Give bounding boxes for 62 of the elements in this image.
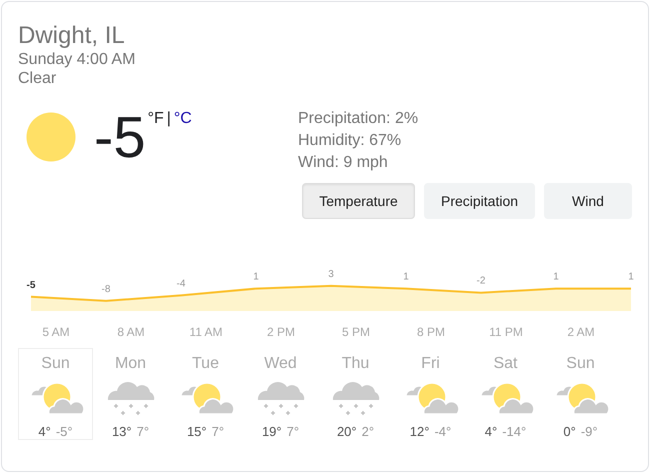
unit-toggle[interactable]: °F	[148, 110, 164, 128]
forecast-day[interactable]: Sun 4° -5°	[18, 348, 93, 440]
high-temperature: 15°	[186, 424, 207, 439]
forecast-day[interactable]: Sun 0° -9°	[543, 348, 618, 440]
weather-detail: Wind: 9 mph	[298, 153, 389, 173]
day-name: Mon	[114, 354, 146, 374]
low-temperature: 7°	[212, 424, 224, 439]
data-label: 3	[328, 268, 334, 280]
low-temperature: 2°	[362, 424, 374, 439]
time-label: 8 AM	[117, 325, 145, 339]
day-name: Fri	[421, 354, 440, 374]
time-label: 2 AM	[567, 325, 595, 339]
time-label: 2 PM	[267, 325, 295, 339]
current-temperature: -5	[94, 107, 146, 172]
low-temperature: -14°	[502, 424, 526, 439]
low-temperature: -4°	[434, 424, 452, 439]
time-label: 11 PM	[489, 325, 523, 339]
high-temperature: 4°	[38, 424, 51, 439]
day-name: Thu	[342, 354, 370, 374]
high-temperature: 12°	[410, 424, 430, 439]
forecast-day[interactable]: Fri 12° -4°	[393, 348, 468, 440]
chart-tab[interactable]: Temperature	[302, 183, 415, 219]
high-temperature: 19°	[262, 424, 282, 439]
time-label: 8 PM	[417, 325, 445, 339]
unit-toggle[interactable]: °C	[174, 110, 192, 128]
forecast-day[interactable]: Sat 4° -14°	[468, 348, 543, 440]
time-label: 5 PM	[342, 325, 370, 339]
data-label: 1	[553, 272, 559, 283]
low-temperature: -5°	[56, 424, 73, 439]
day-name: Tue	[192, 354, 219, 374]
forecast-day[interactable]: Tue 15° 7°	[168, 348, 243, 440]
low-temperature: -9°	[580, 424, 598, 439]
data-label: -2	[476, 276, 486, 287]
unit-separator: |	[166, 110, 171, 128]
data-label: 1	[253, 272, 259, 283]
high-temperature: 0°	[563, 424, 576, 439]
location-title: Dwight, IL	[18, 22, 126, 50]
date-time: Sunday 4:00 AM	[18, 50, 136, 69]
chart-tab[interactable]: Wind	[544, 183, 632, 219]
data-label: -8	[102, 284, 110, 295]
chart-tab[interactable]: Precipitation	[424, 183, 535, 219]
high-temperature: 4°	[484, 424, 498, 439]
forecast-day[interactable]: Thu 20° 2°	[318, 348, 393, 440]
high-temperature: 20°	[336, 424, 357, 439]
data-label: 1	[628, 272, 634, 283]
day-name: Wed	[264, 354, 297, 374]
data-label: -4	[176, 278, 186, 290]
low-temperature: 7°	[286, 424, 300, 439]
data-label: -5	[26, 280, 36, 291]
high-temperature: 13°	[112, 424, 132, 439]
day-name: Sun	[566, 354, 595, 374]
low-temperature: 7°	[136, 424, 150, 439]
condition-text: Clear	[18, 69, 58, 88]
day-name: Sun	[41, 354, 70, 374]
forecast-day[interactable]: Mon 13° 7°	[93, 348, 168, 440]
weather-detail: Humidity: 67%	[298, 131, 402, 151]
time-label: 11 AM	[189, 325, 223, 339]
forecast-day[interactable]: Wed 19° 7°	[243, 348, 318, 440]
day-name: Sat	[493, 354, 518, 374]
weather-detail: Precipitation: 2%	[298, 109, 420, 129]
time-label: 5 AM	[42, 325, 70, 339]
data-label: 1	[403, 272, 409, 283]
